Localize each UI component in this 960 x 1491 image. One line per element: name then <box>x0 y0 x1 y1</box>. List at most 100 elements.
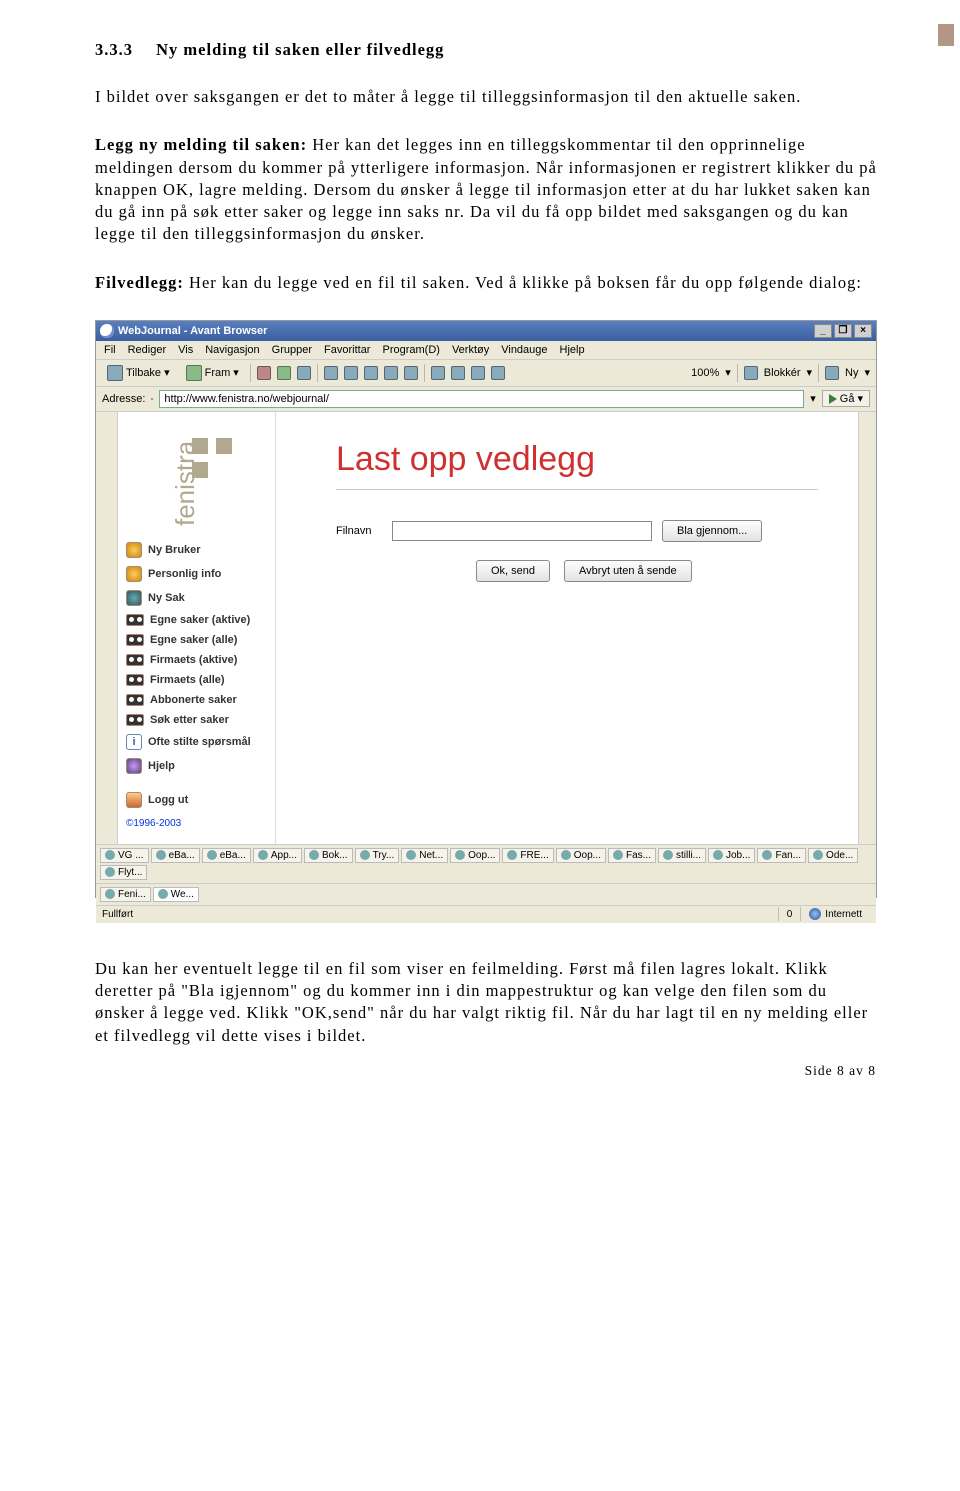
ok-send-button[interactable]: Ok, send <box>476 560 550 582</box>
browser-tab[interactable]: App... <box>253 848 302 863</box>
filename-input[interactable] <box>392 521 652 541</box>
copyright: ©1996-2003 <box>118 812 275 835</box>
status-count: 0 <box>778 907 801 921</box>
logout-icon <box>126 792 142 808</box>
sidebar-item-logout[interactable]: Logg ut <box>118 788 275 812</box>
go-button[interactable]: Gå ▾ <box>822 390 870 407</box>
browser-tab[interactable]: eBa... <box>202 848 251 863</box>
sidebar: fenistra Ny Bruker Personlig info Ny Sak… <box>118 412 276 844</box>
status-zone: Internett <box>800 907 870 921</box>
zoom-level[interactable]: 100% <box>691 367 719 379</box>
tool-icon-7[interactable] <box>451 366 465 380</box>
block-icon <box>744 366 758 380</box>
paragraph-intro: I bildet over saksgangen er det to måter… <box>95 86 880 108</box>
home-icon[interactable] <box>297 366 311 380</box>
browser-tab[interactable]: FRE... <box>502 848 553 863</box>
browser-tab[interactable]: Fas... <box>608 848 656 863</box>
menu-favorittar[interactable]: Favorittar <box>324 344 370 356</box>
browse-button[interactable]: Bla gjennom... <box>662 520 762 542</box>
browser-tab[interactable]: stilli... <box>658 848 706 863</box>
browser-tab[interactable]: Oop... <box>450 848 500 863</box>
cancel-button[interactable]: Avbryt uten å sende <box>564 560 692 582</box>
toolbar: Tilbake ▾ Fram ▾ 100% ▾ Blokkér▾ Ny▾ <box>96 360 876 387</box>
sidebar-item-ny-bruker[interactable]: Ny Bruker <box>118 538 275 562</box>
tab-icon <box>455 850 465 860</box>
restore-button[interactable]: ❐ <box>834 324 852 338</box>
forward-button[interactable]: Fram ▾ <box>181 363 244 383</box>
tool-icon-1[interactable] <box>324 366 338 380</box>
tab-icon <box>561 850 571 860</box>
tool-icon-4[interactable] <box>384 366 398 380</box>
sidebar-item-egne-alle[interactable]: Egne saker (alle) <box>118 630 275 650</box>
case-icon <box>126 590 142 606</box>
sidebar-item-abbonerte[interactable]: Abbonerte saker <box>118 690 275 710</box>
browser-tab[interactable]: Ode... <box>808 848 858 863</box>
sidebar-item-ny-sak[interactable]: Ny Sak <box>118 586 275 610</box>
browser-tab[interactable]: Flyt... <box>100 865 147 880</box>
minimize-button[interactable]: _ <box>814 324 832 338</box>
sidebar-item-sok[interactable]: Søk etter saker <box>118 710 275 730</box>
back-button[interactable]: Tilbake ▾ <box>102 363 175 383</box>
browser-tab[interactable]: Feni... <box>100 887 151 902</box>
browser-tab[interactable]: Job... <box>708 848 755 863</box>
tab-icon <box>105 850 115 860</box>
address-bar: Adresse: ▾ Gå ▾ <box>96 387 876 412</box>
sidebar-label: Personlig info <box>148 568 221 580</box>
right-scrollbar[interactable] <box>858 412 876 844</box>
menu-vis[interactable]: Vis <box>178 344 193 356</box>
browser-tab[interactable]: Fan... <box>757 848 806 863</box>
tool-icon-3[interactable] <box>364 366 378 380</box>
stop-icon[interactable] <box>257 366 271 380</box>
browser-tab[interactable]: eBa... <box>151 848 200 863</box>
sidebar-item-egne-aktive[interactable]: Egne saker (aktive) <box>118 610 275 630</box>
para3-text: Her kan du legge ved en fil til saken. V… <box>184 273 862 292</box>
menu-rediger[interactable]: Rediger <box>128 344 167 356</box>
paragraph-legg-ny: Legg ny melding til saken: Her kan det l… <box>95 134 880 245</box>
upload-title: Last opp vedlegg <box>336 440 818 479</box>
menu-vindauge[interactable]: Vindauge <box>501 344 547 356</box>
tool-icon-5[interactable] <box>404 366 418 380</box>
menu-navigasjon[interactable]: Navigasjon <box>205 344 259 356</box>
browser-tab[interactable]: VG ... <box>100 848 149 863</box>
tab-icon <box>309 850 319 860</box>
tool-icon-2[interactable] <box>344 366 358 380</box>
sidebar-label: Egne saker (alle) <box>150 634 237 646</box>
close-button[interactable]: × <box>854 324 872 338</box>
menu-verktoy[interactable]: Verktøy <box>452 344 489 356</box>
reload-icon[interactable] <box>277 366 291 380</box>
tool-icon-6[interactable] <box>431 366 445 380</box>
sidebar-label: Abbonerte saker <box>150 694 237 706</box>
binoculars-icon <box>126 654 144 666</box>
paragraph-filvedlegg: Filvedlegg: Her kan du legge ved en fil … <box>95 272 880 294</box>
tab-strip: VG ... eBa... eBa... App... Bok... Try..… <box>96 844 876 883</box>
para3-lead: Filvedlegg: <box>95 273 184 292</box>
section-heading: 3.3.3 Ny melding til saken eller filvedl… <box>95 40 880 60</box>
sidebar-item-hjelp[interactable]: Hjelp <box>118 754 275 778</box>
tab-icon <box>507 850 517 860</box>
tab-icon <box>207 850 217 860</box>
block-label[interactable]: Blokkér <box>764 367 801 379</box>
sidebar-item-faq[interactable]: iOfte stilte spørsmål <box>118 730 275 754</box>
browser-tab[interactable]: Bok... <box>304 848 353 863</box>
new-label[interactable]: Ny <box>845 367 858 379</box>
back-icon <box>107 365 123 381</box>
sidebar-label: Ofte stilte spørsmål <box>148 736 251 748</box>
tool-icon-8[interactable] <box>471 366 485 380</box>
window-titlebar: WebJournal - Avant Browser _ ❐ × <box>96 321 876 341</box>
sidebar-item-firma-alle[interactable]: Firmaets (alle) <box>118 670 275 690</box>
tab-icon <box>360 850 370 860</box>
left-gutter <box>96 412 118 844</box>
menu-program[interactable]: Program(D) <box>382 344 439 356</box>
back-label: Tilbake <box>126 367 161 379</box>
menu-fil[interactable]: Fil <box>104 344 116 356</box>
browser-tab[interactable]: Oop... <box>556 848 606 863</box>
browser-tab[interactable]: Net... <box>401 848 448 863</box>
menu-hjelp[interactable]: Hjelp <box>560 344 585 356</box>
tool-icon-9[interactable] <box>491 366 505 380</box>
browser-tab-active[interactable]: We... <box>153 887 199 902</box>
menu-grupper[interactable]: Grupper <box>272 344 312 356</box>
address-input[interactable] <box>159 390 804 408</box>
browser-tab[interactable]: Try... <box>355 848 400 863</box>
sidebar-item-firma-aktive[interactable]: Firmaets (aktive) <box>118 650 275 670</box>
sidebar-item-personlig[interactable]: Personlig info <box>118 562 275 586</box>
